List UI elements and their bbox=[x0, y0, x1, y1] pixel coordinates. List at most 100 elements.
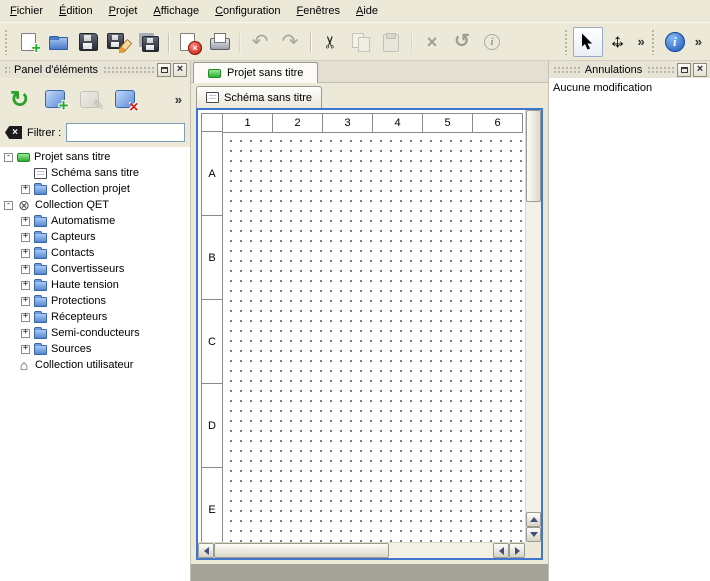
menu-fichier[interactable]: Fichier bbox=[2, 1, 51, 21]
panel-toolbar-overflow-button[interactable]: » bbox=[171, 92, 186, 107]
tree-expander-icon[interactable] bbox=[21, 329, 30, 338]
vertical-scrollbar[interactable] bbox=[525, 110, 541, 542]
project-tab-bar: Projet sans titre bbox=[191, 61, 548, 83]
paste-button[interactable] bbox=[376, 27, 406, 57]
toolbar-icon bbox=[248, 30, 272, 54]
mode-toolbar-drag-handle[interactable] bbox=[564, 29, 569, 55]
scroll-up-button[interactable] bbox=[526, 512, 541, 527]
save-all-button[interactable] bbox=[133, 27, 163, 57]
tree-expander-icon[interactable] bbox=[21, 265, 30, 274]
tree-item-sources[interactable]: Sources bbox=[0, 341, 190, 357]
tree-item-label: Automatisme bbox=[51, 215, 115, 227]
scroll-left-button-end[interactable] bbox=[493, 543, 509, 558]
schema-sheet: 123456 ABCDE bbox=[201, 113, 525, 542]
scroll-left-button[interactable] bbox=[198, 543, 214, 558]
tree-item-icon bbox=[34, 185, 47, 195]
tree-item-label: Protections bbox=[51, 295, 106, 307]
toolbar-icon bbox=[76, 30, 100, 54]
reload-collections-button[interactable] bbox=[4, 84, 35, 115]
menu-edition[interactable]: Édition bbox=[51, 1, 101, 21]
elements-panel-title: Panel d'éléments bbox=[12, 64, 100, 76]
tree-expander-icon[interactable] bbox=[21, 297, 30, 306]
redo-button[interactable] bbox=[275, 27, 305, 57]
elements-panel-titlebar[interactable]: Panel d'éléments bbox=[0, 61, 190, 78]
tree-item-collection-qet[interactable]: Collection QET bbox=[0, 197, 190, 213]
tree-expander-icon[interactable] bbox=[4, 201, 13, 210]
close-panel-button[interactable] bbox=[173, 63, 187, 77]
rotate-button[interactable] bbox=[447, 27, 477, 57]
undo-panel-titlebar[interactable]: Annulations bbox=[549, 61, 710, 78]
save-as-button[interactable] bbox=[103, 27, 133, 57]
element-info-button[interactable] bbox=[477, 27, 507, 57]
help-toolbar-overflow-button[interactable]: » bbox=[692, 27, 705, 57]
save-button[interactable] bbox=[73, 27, 103, 57]
tree-item-haute-tension[interactable]: Haute tension bbox=[0, 277, 190, 293]
scroll-right-button[interactable] bbox=[509, 543, 525, 558]
tab-projet-sans-titre[interactable]: Projet sans titre bbox=[193, 62, 318, 83]
menu-projet[interactable]: Projet bbox=[101, 1, 146, 21]
tree-expander-icon[interactable] bbox=[21, 217, 30, 226]
vertical-scrollbar-track[interactable] bbox=[526, 202, 541, 512]
column-header: 5 bbox=[422, 113, 473, 133]
row-header: D bbox=[201, 383, 223, 468]
undo-button[interactable] bbox=[245, 27, 275, 57]
horizontal-scrollbar[interactable] bbox=[198, 542, 525, 558]
close-file-button[interactable] bbox=[174, 27, 204, 57]
menu-affichage[interactable]: Affichage bbox=[145, 1, 207, 21]
tree-item-projet-sans-titre[interactable]: Projet sans titre bbox=[0, 149, 190, 165]
menu-configuration[interactable]: Configuration bbox=[207, 1, 288, 21]
cut-button[interactable] bbox=[316, 27, 346, 57]
horizontal-scrollbar-track[interactable] bbox=[389, 543, 493, 558]
float-panel-button[interactable] bbox=[157, 63, 171, 77]
toolbar-icon bbox=[278, 30, 302, 54]
select-mode-button[interactable] bbox=[573, 27, 603, 57]
vertical-scrollbar-thumb[interactable] bbox=[526, 110, 541, 202]
elements-tree: Projet sans titre Schéma sans titre Coll… bbox=[0, 147, 190, 581]
about-button[interactable] bbox=[660, 27, 690, 57]
tree-item-recepteurs[interactable]: Récepteurs bbox=[0, 309, 190, 325]
pan-mode-button[interactable] bbox=[603, 27, 633, 57]
help-toolbar-drag-handle[interactable] bbox=[651, 29, 656, 55]
column-header: 6 bbox=[472, 113, 523, 133]
clear-filter-button[interactable] bbox=[5, 126, 22, 139]
tree-item-collection-utilisateur[interactable]: Collection utilisateur bbox=[0, 357, 190, 373]
open-file-button[interactable] bbox=[43, 27, 73, 57]
print-button[interactable] bbox=[204, 27, 234, 57]
tree-item-semi-conducteurs[interactable]: Semi-conducteurs bbox=[0, 325, 190, 341]
copy-button[interactable] bbox=[346, 27, 376, 57]
new-element-button[interactable] bbox=[39, 84, 70, 115]
menu-fenetres[interactable]: Fenêtres bbox=[289, 1, 348, 21]
horizontal-scrollbar-thumb[interactable] bbox=[214, 543, 389, 558]
schema-tab-bar: Schéma sans titre bbox=[196, 85, 543, 108]
close-undo-panel-button[interactable] bbox=[693, 63, 707, 77]
tab-schema-sans-titre[interactable]: Schéma sans titre bbox=[196, 86, 322, 108]
edit-element-button[interactable] bbox=[74, 84, 105, 115]
undo-list-item[interactable]: Aucune modification bbox=[551, 79, 708, 96]
tree-item-contacts[interactable]: Contacts bbox=[0, 245, 190, 261]
float-undo-panel-button[interactable] bbox=[677, 63, 691, 77]
toolbar-drag-handle[interactable] bbox=[4, 29, 9, 55]
tree-item-protections[interactable]: Protections bbox=[0, 293, 190, 309]
tree-item-capteurs[interactable]: Capteurs bbox=[0, 229, 190, 245]
tree-item-label: Semi-conducteurs bbox=[51, 327, 140, 339]
tree-item-convertisseurs[interactable]: Convertisseurs bbox=[0, 261, 190, 277]
tree-item-schema-sans-titre[interactable]: Schéma sans titre bbox=[0, 165, 190, 181]
tree-item-label: Collection projet bbox=[51, 183, 130, 195]
tree-expander-icon[interactable] bbox=[21, 249, 30, 258]
tree-item-collection-projet[interactable]: Collection projet bbox=[0, 181, 190, 197]
delete-element-button[interactable] bbox=[109, 84, 140, 115]
menu-aide[interactable]: Aide bbox=[348, 1, 386, 21]
scroll-down-button[interactable] bbox=[526, 527, 541, 542]
tree-expander-icon[interactable] bbox=[21, 233, 30, 242]
schema-canvas[interactable]: 123456 ABCDE bbox=[198, 110, 525, 542]
tree-expander-icon[interactable] bbox=[21, 185, 30, 194]
tree-expander-icon[interactable] bbox=[21, 281, 30, 290]
filter-input[interactable] bbox=[66, 123, 185, 142]
tree-expander-icon[interactable] bbox=[4, 153, 13, 162]
mode-toolbar-overflow-button[interactable]: » bbox=[635, 27, 648, 57]
tree-expander-icon[interactable] bbox=[21, 345, 30, 354]
delete-button[interactable] bbox=[417, 27, 447, 57]
tree-expander-icon[interactable] bbox=[21, 313, 30, 322]
new-file-button[interactable] bbox=[13, 27, 43, 57]
tree-item-automatisme[interactable]: Automatisme bbox=[0, 213, 190, 229]
